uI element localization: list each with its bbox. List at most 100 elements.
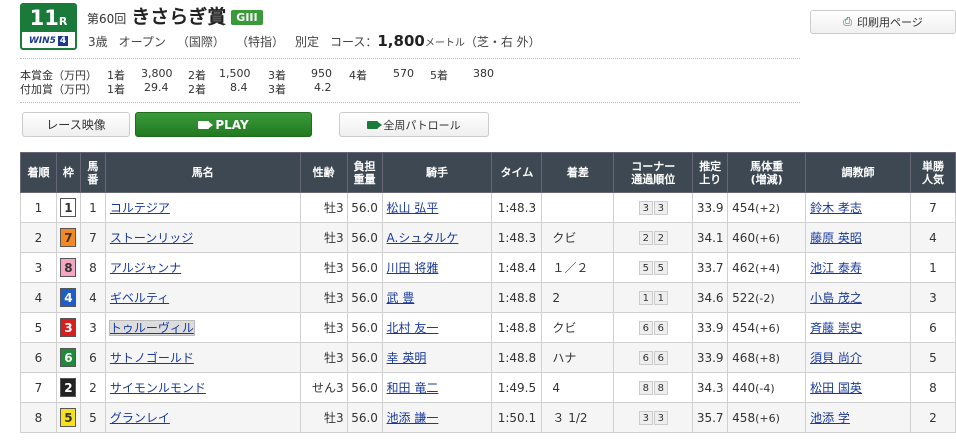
col-trainer: 調教師 <box>805 152 911 193</box>
table-header-row: 着順 枠 馬番 馬名 性齢 負担 重量 騎手 タイム 着差 コーナー 通過順位 推定… <box>20 152 956 193</box>
horse-name-link[interactable]: ギベルティ <box>110 291 169 305</box>
course-label: コース： <box>329 35 378 49</box>
horse-name-link[interactable]: サトノゴールド <box>110 351 194 365</box>
corner-position: 8 <box>653 381 668 395</box>
trainer-link[interactable]: 池江 泰寿 <box>810 261 862 275</box>
umaban-cell: 2 <box>79 372 106 403</box>
horse-name-link[interactable]: ストーンリッジ <box>110 231 193 245</box>
last3f-cell: 33.9 <box>692 192 729 223</box>
trainer-link[interactable]: 松田 国英 <box>810 381 862 395</box>
jockey-link[interactable]: 和田 竜二 <box>387 381 439 395</box>
jockey-link[interactable]: A.シュタルケ <box>387 231 459 245</box>
jockey-link[interactable]: 川田 将雅 <box>387 261 439 275</box>
play-button[interactable]: PLAY <box>135 112 312 137</box>
body-weight-diff: (+6) <box>755 231 780 245</box>
sex-age-cell: 牡3 <box>299 402 348 433</box>
umaban-cell: 5 <box>79 402 106 433</box>
time-cell: 1:48.8 <box>491 312 543 343</box>
jockey-cell: 武 豊 <box>381 282 493 313</box>
body-weight-cell: 460(+6) <box>727 222 807 253</box>
corner-position: 6 <box>638 351 653 365</box>
corner-cell: 66 <box>613 312 694 343</box>
body-weight-cell: 462(+4) <box>727 252 807 283</box>
waku-cell: 3 <box>55 312 81 343</box>
table-row: 4 4 4 ギベルティ 牡3 56.0 武 豊 1:48.8 2 1 1 34.6 522(-2) 小島 … <box>20 282 956 313</box>
trainer-cell: 池添 学 <box>805 402 911 433</box>
jockey-link[interactable]: 池添 謙一 <box>387 411 439 425</box>
body-weight-cell: 468(+8) <box>727 342 807 373</box>
waku-cell: 2 <box>55 372 81 403</box>
trainer-link[interactable]: 小島 茂之 <box>810 291 862 305</box>
sex-age-cell: 牡3 <box>299 222 348 253</box>
corner-position: 2 <box>653 231 668 245</box>
table-row: 1 1 1 コルテジア 牡3 56.0 松山 弘平 1:48.3 3 3 33.9 454(+2) 鈴木… <box>20 192 956 223</box>
last3f-cell: 33.9 <box>692 342 729 373</box>
trainer-link[interactable]: 鈴木 孝志 <box>810 201 862 215</box>
col-popularity-line1: 単勝 <box>921 159 944 173</box>
print-page-button[interactable]: ⎙ 印刷用ページ <box>810 10 956 34</box>
time-cell: 1:49.5 <box>491 372 543 403</box>
col-last3f: 推定 上り <box>692 152 729 193</box>
corner-cell: 55 <box>613 252 694 283</box>
body-weight: 522 <box>732 290 756 305</box>
trainer-link[interactable]: 池添 学 <box>810 411 850 425</box>
race-video-label: レース映像 <box>46 118 106 132</box>
course-info: コース： 1,800 メートル （芝・右 外） <box>330 32 541 50</box>
rank-cell: 3 <box>20 252 57 283</box>
trainer-link[interactable]: 藤原 英昭 <box>810 231 862 245</box>
waku-cell: 5 <box>55 402 81 433</box>
umaban-cell: 3 <box>79 312 106 343</box>
horse-name-cell: ストーンリッジ <box>104 222 301 253</box>
horse-name-cell: アルジャンナ <box>104 252 301 283</box>
horse-name-link[interactable]: アルジャンナ <box>110 261 181 275</box>
rank-cell: 1 <box>20 192 57 223</box>
col-umaban-line2: 番 <box>87 172 99 186</box>
corner-cell: 22 <box>613 222 694 253</box>
weight-cell: 56.0 <box>346 402 383 433</box>
corner-position: 2 <box>638 231 653 245</box>
margin-cell: クビ <box>541 222 615 253</box>
waku-cell: 4 <box>55 282 81 313</box>
jockey-link[interactable]: 北村 友一 <box>387 321 439 335</box>
body-weight: 458 <box>732 410 756 425</box>
jockey-link[interactable]: 松山 弘平 <box>387 201 439 215</box>
col-sex-age: 性齢 <box>299 152 348 193</box>
body-weight: 460 <box>732 230 756 245</box>
col-corner-line1: コーナー <box>631 159 676 173</box>
horse-name-link[interactable]: グランレイ <box>110 411 170 425</box>
horse-name-link[interactable]: サイモンルモンド <box>110 381 206 395</box>
jockey-link[interactable]: 幸 英明 <box>387 351 427 365</box>
trainer-link[interactable]: 須貝 尚介 <box>810 351 862 365</box>
horse-name-cell: ギベルティ <box>104 282 301 313</box>
trainer-cell: 池江 泰寿 <box>805 252 911 283</box>
col-corner: コーナー 通過順位 <box>613 152 694 193</box>
body-weight-cell: 522(-2) <box>727 282 807 313</box>
jockey-cell: 和田 竜二 <box>381 372 493 403</box>
horse-name-cell: トゥルーヴィル <box>104 312 301 343</box>
body-weight: 440 <box>732 380 756 395</box>
prize-amount: 3,800 <box>141 67 173 80</box>
horse-name-link[interactable]: トゥルーヴィル <box>108 320 195 336</box>
race-number: 11 <box>29 6 59 30</box>
waku-cell: 1 <box>55 192 81 223</box>
race-video-button[interactable]: レース映像 <box>22 112 130 137</box>
trainer-link[interactable]: 斉藤 崇史 <box>810 321 862 335</box>
patrol-video-button[interactable]: 全周パトロール <box>339 112 489 137</box>
corner-position: 5 <box>638 261 653 275</box>
prize-label: 付加賞（万円） <box>20 83 97 96</box>
horse-name-cell: コルテジア <box>104 192 301 223</box>
divider <box>20 58 800 59</box>
video-camera-icon <box>198 120 214 129</box>
jockey-link[interactable]: 武 豊 <box>387 291 415 305</box>
last3f-cell: 33.9 <box>692 312 729 343</box>
prize-place: 3着 <box>268 83 286 96</box>
race-name: きさらぎ賞 <box>131 6 227 28</box>
col-body-weight-line2: (増減) <box>750 172 783 186</box>
trainer-cell: 須貝 尚介 <box>805 342 911 373</box>
prize-amount: 380 <box>473 67 494 80</box>
prize-amount: 8.4 <box>230 81 248 94</box>
horse-name-link[interactable]: コルテジア <box>110 201 170 215</box>
table-row: 8 5 5 グランレイ 牡3 56.0 池添 謙一 1:50.1 ３ 1/2 3 3 35.7 458(… <box>20 402 956 433</box>
col-corner-line2: 通過順位 <box>631 172 676 186</box>
corner-position: 6 <box>653 321 668 335</box>
